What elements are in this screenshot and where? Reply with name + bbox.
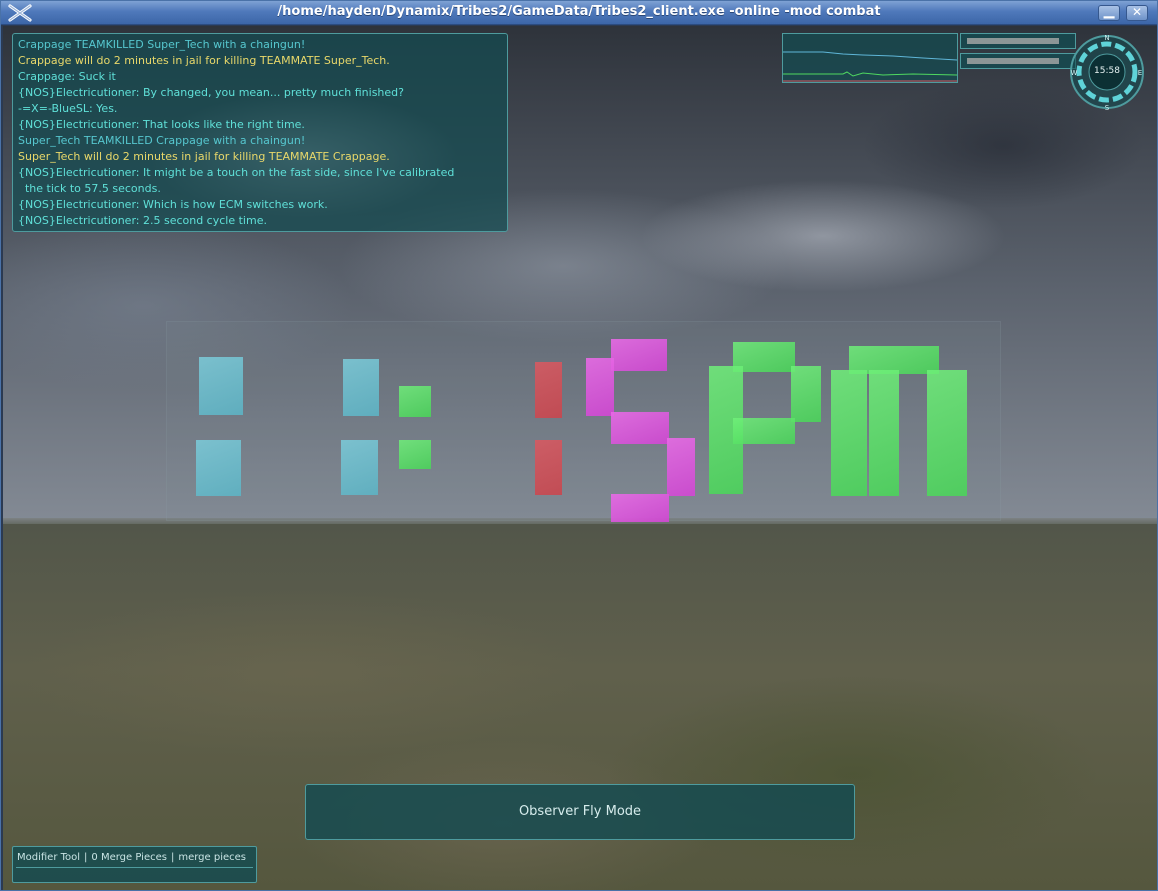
close-button[interactable]: ✕ [1126, 5, 1148, 21]
minimize-button[interactable]: ▁ [1098, 3, 1120, 21]
merge-action-label: merge pieces [178, 852, 246, 863]
clock-colon-piece [399, 386, 431, 417]
clock-digit-piece [343, 359, 379, 416]
game-window: /home/hayden/Dynamix/Tribes2/GameData/Tr… [0, 0, 1158, 891]
observer-mode-text: Observer Fly Mode [518, 804, 642, 819]
network-graph-lines [783, 51, 958, 82]
clock-letter-piece [869, 370, 899, 496]
modifier-tool-label: Modifier Tool [17, 852, 81, 863]
network-graph [782, 33, 958, 83]
status-bars [960, 33, 1080, 73]
minimize-icon: ▁ [1103, 3, 1115, 19]
clock-letter-piece [791, 366, 821, 422]
clock-digit-piece [535, 362, 562, 418]
clock-letter-piece [831, 370, 867, 496]
clock-digit-piece [535, 440, 562, 495]
chat-line: Super_Tech will do 2 minutes in jail for… [18, 150, 390, 163]
energy-bar-fill [967, 38, 1059, 44]
chat-line: {NOS}Electricutioner: That looks like th… [18, 118, 305, 131]
chat-line: {NOS}Electricutioner: 2.5 second cycle t… [18, 214, 267, 227]
clock-letter-piece [733, 418, 795, 444]
chat-line: Crappage TEAMKILLED Super_Tech with a ch… [18, 38, 306, 51]
close-icon: ✕ [1131, 5, 1143, 19]
compass-north-label: N [1104, 34, 1109, 42]
clock-digit-piece [586, 358, 614, 416]
chat-hud: Crappage TEAMKILLED Super_Tech with a ch… [12, 33, 508, 232]
clock-digit-piece [341, 440, 378, 495]
window-title: /home/hayden/Dynamix/Tribes2/GameData/Tr… [277, 4, 881, 19]
clock-digit-piece [196, 440, 241, 496]
chat-line: the tick to 57.5 seconds. [18, 182, 161, 195]
clock-readout: 15:58 [1094, 66, 1120, 76]
health-bar [960, 53, 1076, 69]
chat-line: Crappage will do 2 minutes in jail for k… [18, 54, 390, 67]
clock-digit-piece [611, 494, 669, 522]
modifier-tool-input-area [16, 867, 253, 880]
chat-line: Crappage: Suck it [18, 70, 116, 83]
merge-count-label: 0 Merge Pieces [91, 852, 167, 863]
clock-colon-piece [399, 440, 431, 469]
chat-line: {NOS}Electricutioner: Which is how ECM s… [18, 198, 328, 211]
separator: | [84, 852, 88, 863]
clock-letter-piece [927, 370, 967, 496]
clock-digit-piece [199, 357, 243, 415]
chat-line: -=X=-BlueSL: Yes. [18, 102, 118, 115]
separator: | [170, 852, 175, 863]
clock-digit-piece [667, 438, 695, 496]
clock-digit-piece [611, 339, 667, 371]
chat-line: {NOS}Electricutioner: It might be a touc… [18, 166, 455, 179]
modifier-tool-bar: Modifier Tool | 0 Merge Pieces | merge piece… [12, 846, 257, 883]
chat-line: {NOS}Electricutioner: By changed, you me… [18, 86, 404, 99]
clock-digit-piece [611, 412, 669, 444]
chat-line: Super_Tech TEAMKILLED Crappage with a ch… [18, 134, 306, 147]
observer-mode-banner: Observer Fly Mode [305, 784, 855, 840]
health-bar-fill [967, 58, 1059, 64]
title-bar[interactable]: /home/hayden/Dynamix/Tribes2/GameData/Tr… [1, 1, 1157, 25]
energy-bar [960, 33, 1076, 49]
compass-south-label: S [1105, 104, 1110, 112]
compass: N E S W 15:58 [1068, 31, 1146, 113]
